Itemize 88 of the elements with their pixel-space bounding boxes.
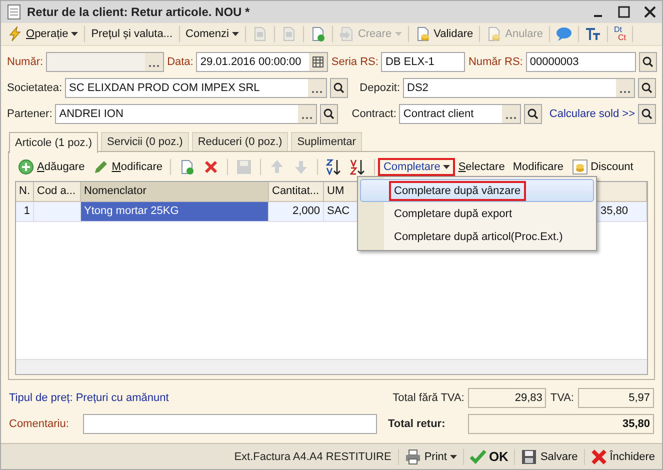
total-field: 35,80 <box>468 414 654 434</box>
search-icon[interactable] <box>524 104 542 124</box>
toolbar-button[interactable]: Selectare <box>455 160 508 174</box>
ellipsis-icon[interactable] <box>502 105 520 123</box>
field-label: Număr RS: <box>468 56 523 68</box>
table-cell: SAC <box>324 202 359 222</box>
table-cell-text: 35,80 <box>600 204 628 219</box>
search-icon[interactable] <box>638 52 657 72</box>
field-label: Depozit: <box>358 82 400 94</box>
lightning-icon <box>7 26 23 42</box>
table-cell <box>34 202 81 222</box>
toolbar-button[interactable]: Prețul și valuta... <box>88 27 176 41</box>
menu-item[interactable]: Completare după articol(Proc.Ext.) <box>360 225 594 248</box>
balance-link[interactable]: Calculare sold >> <box>549 108 635 120</box>
footer-button[interactable]: Închidere <box>588 448 658 466</box>
company-field[interactable]: SC ELIXDAN PROD COM IMPEX SRL <box>65 78 328 98</box>
tab[interactable]: Articole (1 poz.) <box>9 132 98 153</box>
vat-field: 5,97 <box>578 388 654 408</box>
window-title: Retur de la client: Retur articole. NOU * <box>27 5 250 19</box>
table-cell: 2,000 <box>269 202 324 222</box>
document-arrow-icon <box>338 26 355 42</box>
toolbar-button[interactable]: Discount <box>568 158 636 176</box>
caret-icon <box>443 165 450 169</box>
menu-item[interactable]: Completare după export <box>360 202 594 225</box>
caret-icon <box>394 32 402 36</box>
search-icon[interactable] <box>638 78 656 98</box>
debit-credit-icon[interactable]: Dt Ct <box>611 26 630 42</box>
horizontal-scrollbar[interactable] <box>16 359 647 374</box>
floppy-icon <box>521 448 538 464</box>
caret-icon <box>232 32 239 36</box>
footer-button[interactable]: Salvare <box>518 448 581 466</box>
printer-icon <box>405 448 422 464</box>
close-icon <box>590 448 607 464</box>
menu-item[interactable]: Completare după vânzare <box>360 179 594 202</box>
add-icon <box>18 159 34 175</box>
column-header[interactable]: Nomenclator <box>81 182 269 202</box>
ellipsis-icon[interactable] <box>616 79 634 97</box>
net-total-field: 29,83 <box>468 388 546 408</box>
toolbar-button[interactable]: Validare <box>412 25 476 43</box>
field-label: Data: <box>167 56 194 68</box>
check-icon <box>470 448 486 464</box>
pencil-icon <box>92 159 109 175</box>
date-field[interactable]: 29.01.2016 00:00:00 <box>196 52 328 72</box>
toolbar-button[interactable]: Completare <box>380 160 454 174</box>
ellipsis-icon[interactable] <box>308 79 326 97</box>
field-label: Număr: <box>7 56 44 68</box>
ellipsis-icon[interactable] <box>145 53 164 71</box>
warehouse-field[interactable]: DS2 <box>403 78 635 98</box>
document-number-field[interactable]: 00000003 <box>526 52 636 72</box>
field-label: Total fără TVA: <box>392 392 464 404</box>
footer-button[interactable]: OK <box>466 448 512 466</box>
field-label: Comentariu: <box>9 418 70 430</box>
toolbar-button[interactable]: Comenzi <box>182 27 242 41</box>
document-icon <box>7 4 21 20</box>
footer-button[interactable]: Print <box>402 448 460 466</box>
document-coins-icon <box>414 26 431 42</box>
toolbar-button[interactable]: Adăugare <box>15 158 88 176</box>
field-label: Total retur: <box>388 418 446 430</box>
report-name: Ext.Factura A4.A4 RESTITUIRE <box>233 450 392 462</box>
price-type-label: Tipul de preț: Prețuri cu amănunt <box>9 392 169 404</box>
maximize-icon[interactable] <box>618 6 630 18</box>
search-icon[interactable] <box>638 104 656 124</box>
field-label: TVA: <box>550 392 574 404</box>
field-label: Seria RS: <box>331 56 378 68</box>
toolbar-button[interactable]: Operație <box>4 25 82 43</box>
partner-field[interactable]: ANDREI ION <box>55 104 318 124</box>
toolbar-button[interactable]: Modificare <box>510 160 567 174</box>
field-label: Contract: <box>350 108 396 120</box>
document-coins-icon <box>486 26 502 42</box>
contract-field[interactable]: Contract client <box>399 104 522 124</box>
field-label: Societatea: <box>7 82 62 94</box>
tab[interactable]: Suplimentar <box>291 132 362 151</box>
tab[interactable]: Reduceri (0 poz.) <box>192 132 288 151</box>
ellipsis-icon[interactable] <box>298 105 316 123</box>
close-icon[interactable] <box>644 6 656 18</box>
caret-icon <box>71 32 78 36</box>
series-field[interactable]: DB ELX-1 <box>381 52 466 72</box>
search-icon[interactable] <box>320 104 338 124</box>
search-icon[interactable] <box>330 78 348 98</box>
table-cell: 1 <box>16 202 34 222</box>
field-label: Partener: <box>7 108 52 120</box>
number-field[interactable] <box>46 52 164 72</box>
tab[interactable]: Servicii (0 poz.) <box>101 132 189 151</box>
table-cell: Ytong mortar 25KG <box>81 202 269 222</box>
toolbar-button[interactable]: Modificare <box>90 158 166 176</box>
caret-icon <box>450 454 457 458</box>
comment-field[interactable] <box>83 414 377 434</box>
calendar-icon[interactable] <box>309 53 328 71</box>
